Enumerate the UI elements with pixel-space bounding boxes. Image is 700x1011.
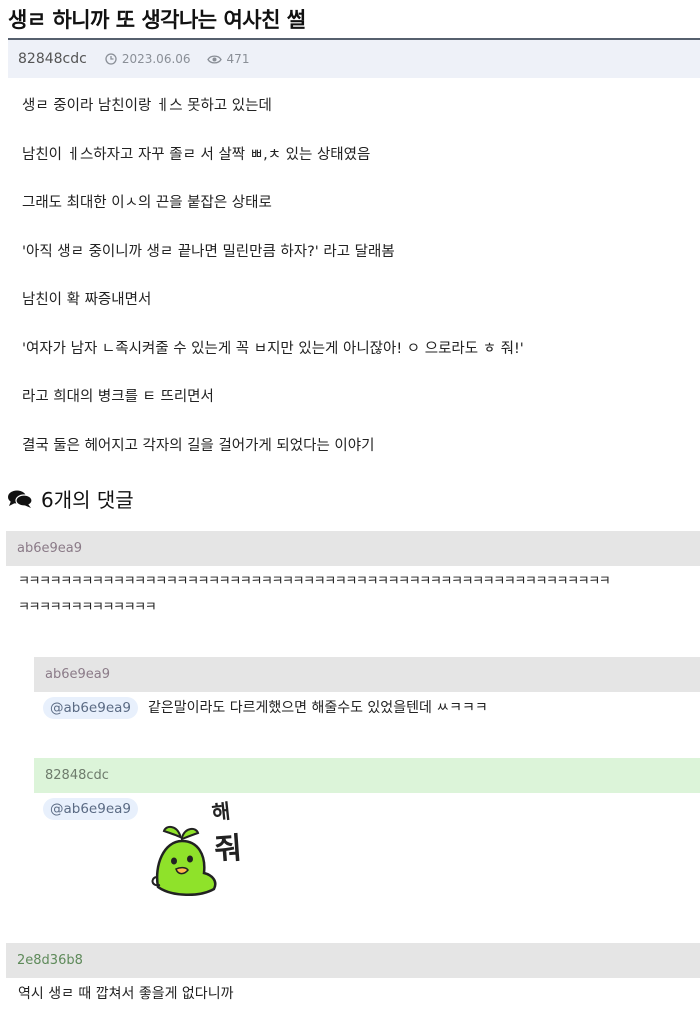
post-author[interactable]: 82848cdc — [18, 51, 87, 67]
comment-author[interactable]: 82848cdc — [45, 768, 109, 783]
post-line: '아직 생ㄹ 중이니까 생ㄹ 끝나면 밀린만큼 하자?' 라고 달래봄 — [22, 243, 395, 260]
eye-icon — [206, 54, 222, 64]
post-line: 남친이 확 짜증내면서 — [22, 292, 152, 308]
green-bird-sticker: 해 줘 — [151, 799, 243, 896]
svg-text:줘: 줘 — [213, 831, 243, 868]
comment-text: 역시 생ㄹ 때 깝쳐서 좋을게 없다니까 — [18, 986, 234, 1002]
post-date: 2023.06.06 — [105, 52, 191, 66]
post-body: 생ㄹ 중이라 남친이랑 ㅔ스 못하고 있는데 남친이 ㅔ스하자고 자꾸 졸ㄹ 서… — [22, 94, 692, 482]
post-date-text: 2023.06.06 — [121, 52, 191, 66]
comment-text: ㅋㅋㅋㅋㅋㅋㅋㅋㅋㅋㅋㅋㅋㅋㅋㅋㅋㅋㅋㅋㅋㅋㅋㅋㅋㅋㅋㅋㅋㅋㅋㅋㅋㅋㅋㅋㅋㅋㅋㅋ… — [18, 574, 611, 589]
comments-header: 6개의 댓글 — [7, 484, 134, 513]
post-views: 471 — [206, 52, 250, 66]
comment-author-bar: ab6e9ea9 — [34, 657, 700, 692]
comment-author-bar: 82848cdc — [34, 758, 700, 793]
comments-count-label: 6개의 댓글 — [41, 488, 134, 512]
comment-text-row: @ab6e9ea9 같은말이라도 다르게했으면 해줄수도 있었을텐데 ㅆㅋㅋㅋ — [43, 695, 488, 721]
post-line: 라고 희대의 병크를 ㅌ 뜨리면서 — [22, 389, 214, 405]
mention-tag[interactable]: @ab6e9ea9 — [43, 697, 138, 719]
comment-author[interactable]: ab6e9ea9 — [17, 541, 82, 556]
comment-author-bar: 2e8d36b8 — [6, 943, 700, 978]
post-line: 남친이 ㅔ스하자고 자꾸 졸ㄹ 서 살짝 ㅃ,ㅊ 있는 상태였음 — [22, 146, 371, 163]
post-meta-bar: 82848cdc 2023.06.06 471 — [8, 38, 700, 78]
svg-text:해: 해 — [211, 799, 232, 825]
post-views-text: 471 — [226, 52, 250, 66]
post-line: '여자가 남자 ㄴ족시켜줄 수 있는게 꼭 ㅂ지만 있는게 아니잖아! ㅇ 으로… — [22, 340, 524, 357]
post-line: 생ㄹ 중이라 남친이랑 ㅔ스 못하고 있는데 — [22, 98, 272, 114]
clock-icon — [105, 53, 117, 65]
comment-author[interactable]: 2e8d36b8 — [17, 953, 83, 968]
comments-icon — [8, 490, 33, 508]
post-line: 그래도 최대한 이ㅅ의 끈을 붙잡은 상태로 — [22, 195, 272, 211]
post-line: 결국 둘은 헤어지고 각자의 길을 걸어가게 되었다는 이야기 — [22, 437, 375, 454]
comment-mention-row: @ab6e9ea9 — [43, 796, 148, 822]
post-title: 생ㄹ 하니까 또 생각나는 여사친 썰 — [8, 8, 306, 32]
comment-author[interactable]: ab6e9ea9 — [45, 667, 110, 682]
comment-text: ㅋㅋㅋㅋㅋㅋㅋㅋㅋㅋㅋㅋㅋ — [18, 600, 157, 615]
mention-tag[interactable]: @ab6e9ea9 — [43, 798, 138, 820]
comment-author-bar: ab6e9ea9 — [6, 531, 700, 566]
comment-text: 같은말이라도 다르게했으면 해줄수도 있었을텐데 ㅆㅋㅋㅋ — [148, 700, 488, 716]
